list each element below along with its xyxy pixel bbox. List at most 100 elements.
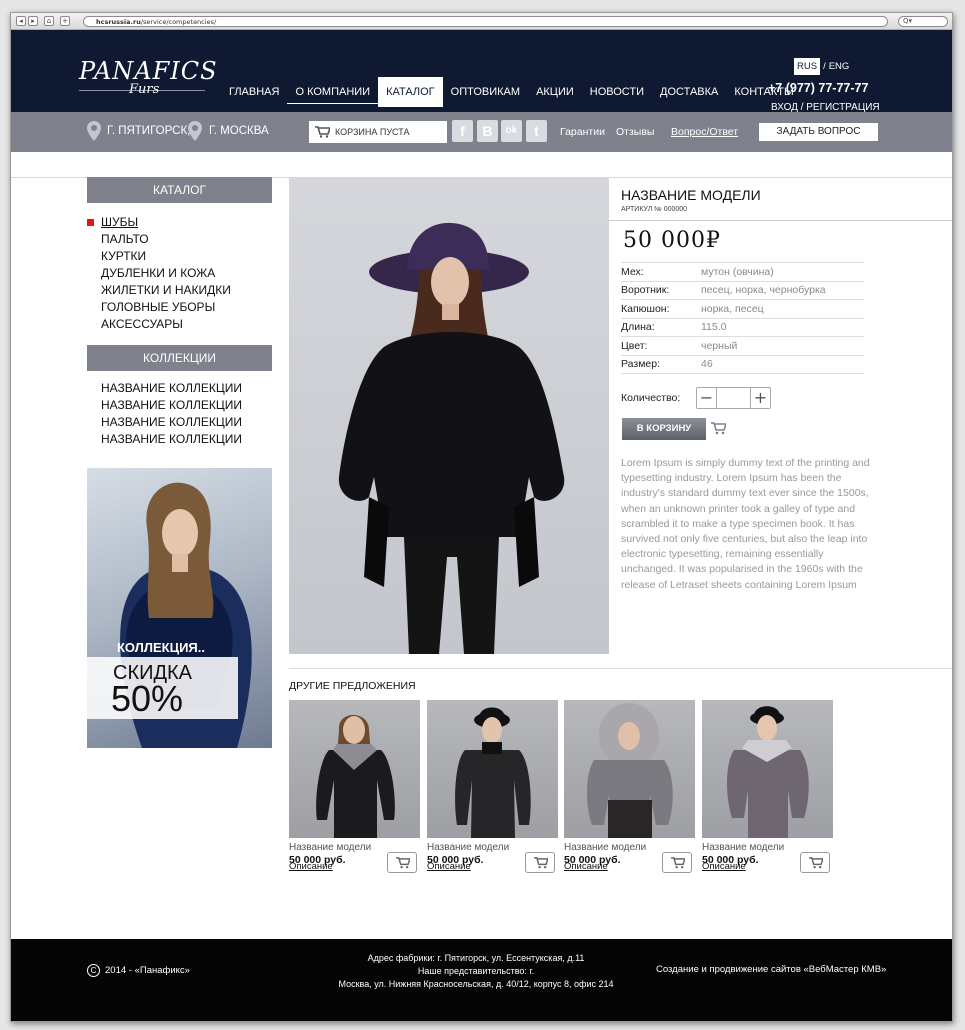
- collection-item[interactable]: НАЗВАНИЕ КОЛЛЕКЦИИ: [101, 397, 242, 414]
- other-offers-title: ДРУГИЕ ПРЕДЛОЖЕНИЯ: [289, 680, 416, 692]
- offer-cart-button[interactable]: [387, 852, 417, 873]
- offer-model-illustration: [316, 715, 395, 838]
- facebook-icon[interactable]: f: [452, 120, 473, 142]
- product-specs-table: Мех: мутон (овчина) Воротник: песец, норка…: [621, 262, 864, 374]
- collections-heading: КОЛЛЕКЦИИ: [87, 345, 272, 371]
- address-line: Москва, ул. Нижняя Красносельская, д. 40…: [338, 979, 614, 989]
- product-article: АРТИКУЛ № 000000: [621, 206, 688, 213]
- offer-cart-button[interactable]: [800, 852, 830, 873]
- spec-key: Капюшон:: [621, 299, 701, 319]
- spec-row: Воротник: песец, норка, чернобурка: [621, 281, 864, 300]
- catalog-item-hats[interactable]: ГОЛОВНЫЕ УБОРЫ: [101, 299, 231, 316]
- cart-icon: [534, 857, 548, 869]
- main-nav: ГЛАВНАЯ О КОМПАНИИ КАТАЛОГ ОПТОВИКАМ АКЦ…: [221, 77, 802, 107]
- offer-description-link[interactable]: Описание: [289, 861, 333, 872]
- promo-percent: 50%: [111, 678, 184, 719]
- offer-image[interactable]: [702, 700, 833, 838]
- catalog-item-coats[interactable]: ПАЛЬТО: [101, 231, 231, 248]
- offer-cart-button[interactable]: [525, 852, 555, 873]
- nav-item-home[interactable]: ГЛАВНАЯ: [221, 77, 287, 107]
- sub-header: Г. ПЯТИГОРСК, Г. МОСКВА КОРЗИНА ПУСТА f …: [11, 112, 952, 152]
- nav-item-news[interactable]: НОВОСТИ: [582, 77, 652, 107]
- nav-item-wholesale[interactable]: ОПТОВИКАМ: [443, 77, 528, 107]
- collection-item[interactable]: НАЗВАНИЕ КОЛЛЕКЦИИ: [101, 380, 242, 397]
- offer-description-link[interactable]: Описание: [702, 861, 746, 872]
- catalog-item-vests[interactable]: ЖИЛЕТКИ И НАКИДКИ: [101, 282, 231, 299]
- ask-question-button[interactable]: ЗАДАТЬ ВОПРОС: [759, 123, 878, 141]
- home-icon[interactable]: ⌂: [44, 16, 54, 26]
- nav-item-delivery[interactable]: ДОСТАВКА: [652, 77, 726, 107]
- catalog-item-sheepskin[interactable]: ДУБЛЕНКИ И КОЖА: [101, 265, 231, 282]
- offer-image[interactable]: [427, 700, 558, 838]
- logo[interactable]: PANAFICS Furs: [79, 57, 218, 97]
- lang-eng[interactable]: ENG: [829, 61, 850, 72]
- catalog-item-furs[interactable]: ШУБЫ: [87, 214, 231, 231]
- city-pyatigorsk[interactable]: Г. ПЯТИГОРСК,: [107, 125, 190, 137]
- collection-item[interactable]: НАЗВАНИЕ КОЛЛЕКЦИИ: [101, 414, 242, 431]
- spec-row: Мех: мутон (овчина): [621, 262, 864, 282]
- product-title: НАЗВАНИЕ МОДЕЛИ: [621, 187, 761, 203]
- cart-icon: [711, 422, 726, 435]
- twitter-icon[interactable]: t: [526, 120, 547, 142]
- catalog-item-jackets[interactable]: КУРТКИ: [101, 248, 231, 265]
- offer-model-illustration: [455, 707, 531, 838]
- nav-item-about[interactable]: О КОМПАНИИ: [287, 80, 379, 104]
- offer-card: Название модели 50 000 руб. Описание: [564, 700, 695, 873]
- nav-item-catalog[interactable]: КАТАЛОГ: [378, 77, 443, 107]
- offer-model-illustration: [727, 706, 809, 838]
- catalog-heading: КАТАЛОГ: [87, 177, 272, 203]
- offer-description-link[interactable]: Описание: [564, 861, 608, 872]
- city-moscow[interactable]: Г. МОСКВА: [209, 125, 269, 137]
- link-faq[interactable]: Вопрос/Ответ: [671, 126, 738, 138]
- spec-key: Мех:: [621, 262, 701, 282]
- product-divider: [609, 220, 952, 221]
- spec-value: песец, норка, чернобурка: [701, 281, 864, 300]
- offer-card: Название модели 50 000 руб. Описание: [702, 700, 833, 873]
- browser-search-input[interactable]: Q▾: [898, 16, 948, 27]
- back-icon[interactable]: ◂: [16, 16, 26, 26]
- spec-value: норка, песец: [701, 299, 864, 319]
- vkontakte-icon[interactable]: B: [477, 120, 498, 142]
- collection-item[interactable]: НАЗВАНИЕ КОЛЛЕКЦИИ: [101, 431, 242, 448]
- add-to-cart-button[interactable]: В КОРЗИНУ: [622, 418, 706, 440]
- product-main-image[interactable]: [289, 177, 609, 654]
- spec-value: 115.0: [701, 318, 864, 337]
- address-bar[interactable]: hcsrussia.ru/service/competencies/: [83, 16, 888, 27]
- spec-value: мутон (овчина): [701, 262, 864, 282]
- spec-row: Размер: 46: [621, 355, 864, 374]
- site-footer: C 2014 - «Панафикс» Адрес фабрики: г. Пя…: [11, 939, 952, 1021]
- catalog-list: ШУБЫ ПАЛЬТО КУРТКИ ДУБЛЕНКИ И КОЖА ЖИЛЕТ…: [87, 214, 231, 333]
- link-reviews[interactable]: Отзывы: [616, 126, 654, 138]
- offer-image[interactable]: [289, 700, 420, 838]
- section-divider: [289, 668, 952, 669]
- odnoklassniki-icon[interactable]: ok: [501, 120, 522, 142]
- catalog-item-accessories[interactable]: АКСЕССУАРЫ: [101, 316, 231, 333]
- cart-widget[interactable]: КОРЗИНА ПУСТА: [309, 121, 447, 143]
- offer-description-link[interactable]: Описание: [427, 861, 471, 872]
- logo-main: PANAFICS: [79, 57, 218, 85]
- quantity-increase-button[interactable]: +: [750, 388, 770, 408]
- address-line: Адрес фабрики: г. Пятигорск, ул. Ессенту…: [367, 953, 585, 963]
- forward-icon[interactable]: ▸: [28, 16, 38, 26]
- developer-link[interactable]: Создание и продвижение сайтов «ВебМастер…: [656, 964, 886, 975]
- offer-cart-button[interactable]: [662, 852, 692, 873]
- link-guarantees[interactable]: Гарантии: [560, 126, 605, 138]
- offer-image[interactable]: [564, 700, 695, 838]
- language-switcher: RUS / ENG: [794, 58, 849, 75]
- promo-label: КОЛЛЕКЦИЯ..: [117, 640, 205, 655]
- add-tab-icon[interactable]: +: [60, 16, 70, 26]
- lang-rus[interactable]: RUS: [794, 58, 821, 75]
- cart-icon: [315, 126, 330, 138]
- browser-toolbar: ◂ ▸ ⌂ + hcsrussia.ru/service/competencie…: [11, 13, 952, 30]
- location-pin-icon: [188, 121, 202, 141]
- quantity-decrease-button[interactable]: −: [697, 388, 717, 408]
- lang-separator: /: [823, 61, 826, 72]
- spec-key: Цвет:: [621, 336, 701, 356]
- promo-banner[interactable]: КОЛЛЕКЦИЯ.. СКИДКА 50%: [87, 468, 272, 748]
- offer-card: Название модели 50 000 руб. Описание: [289, 700, 420, 873]
- promo-discount-box: СКИДКА 50%: [87, 657, 238, 719]
- phone-number[interactable]: +7 (977) 77-77-77: [768, 81, 868, 95]
- quantity-input[interactable]: [717, 388, 750, 408]
- spec-value: черный: [701, 336, 864, 356]
- nav-item-promos[interactable]: АКЦИИ: [528, 77, 582, 107]
